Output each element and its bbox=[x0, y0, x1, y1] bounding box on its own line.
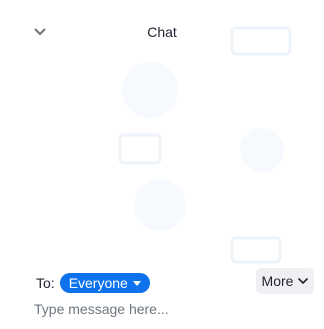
recipient-label: Everyone bbox=[68, 275, 128, 291]
chevron-down-icon bbox=[298, 278, 309, 284]
caret-down-icon bbox=[132, 280, 141, 286]
recipient-row: To: Everyone bbox=[36, 273, 150, 293]
more-button[interactable]: More bbox=[256, 268, 314, 294]
more-label: More bbox=[261, 273, 294, 289]
recipient-dropdown[interactable]: Everyone bbox=[59, 273, 150, 293]
chat-title: Chat bbox=[147, 24, 177, 40]
chat-header: Chat bbox=[0, 0, 324, 62]
to-label: To: bbox=[36, 275, 55, 291]
message-input[interactable] bbox=[34, 296, 304, 322]
chat-panel: Chat To: Everyone More bbox=[0, 0, 324, 329]
